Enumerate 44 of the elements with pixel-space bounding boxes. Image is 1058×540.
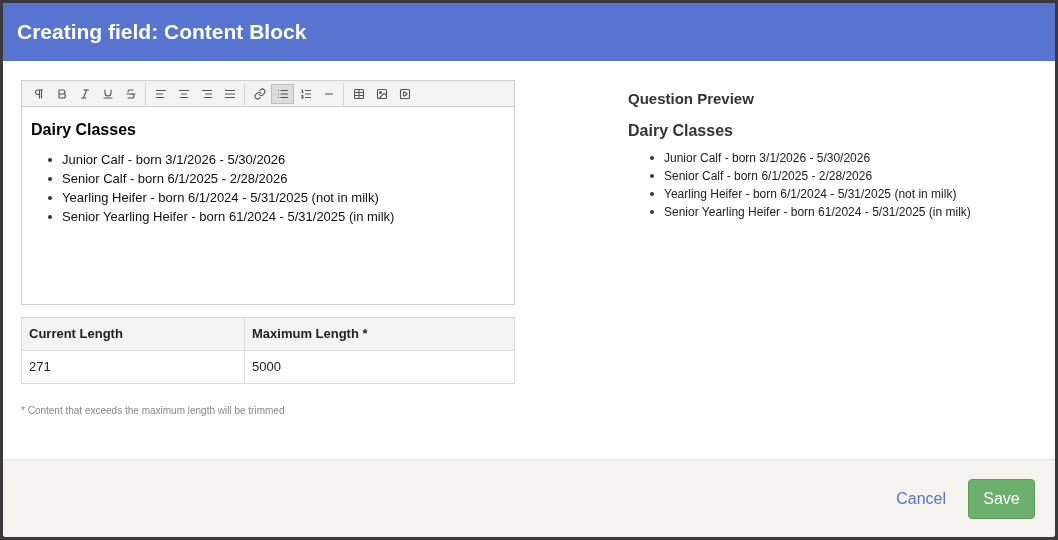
list-item: Senior Yearling Heifer - born 61/2024 - 5/31/2025 (in milk) [62, 207, 395, 226]
list-item: Senior Yearling Heifer - born 61/2024 - 5/31/2025 (in milk) [664, 203, 971, 221]
align-left-icon [154, 87, 167, 100]
bullet-icon [650, 155, 654, 160]
list-item: Yearling Heifer - born 6/1/2024 - 5/31/2025 (not in milk) [664, 185, 957, 203]
bullet-icon [48, 176, 52, 181]
list-item: Senior Calf - born 6/1/2025 - 2/28/2026 [664, 167, 873, 185]
bullet-icon [48, 214, 52, 219]
save-button[interactable]: Save [968, 478, 1035, 519]
cancel-button[interactable]: Cancel [896, 486, 946, 511]
italic-icon [78, 87, 91, 100]
align-center-icon [177, 87, 190, 100]
align-justify-icon [223, 87, 236, 100]
bullet-icon [650, 209, 654, 214]
paragraph-icon [32, 87, 45, 100]
rich-text-editor[interactable] [21, 80, 515, 305]
video-icon [398, 87, 411, 100]
bullet-icon [48, 157, 52, 162]
bold-icon [55, 87, 68, 100]
length-note: * Content that exceeds the maximum length will be trimmed [21, 404, 286, 418]
column-header: Maximum Length * [244, 317, 515, 351]
preview-title: Question Preview [628, 89, 755, 109]
table-cell: 271 [21, 350, 245, 384]
image-icon [375, 87, 388, 100]
underline-icon [101, 87, 114, 100]
column-header: Current Length [21, 317, 245, 351]
bullet-icon [650, 191, 654, 196]
table-icon [352, 87, 365, 100]
content-heading: Dairy Classes [31, 120, 137, 140]
bullet-icon [650, 173, 654, 178]
align-right-icon [200, 87, 213, 100]
list-item: Senior Calf - born 6/1/2025 - 2/28/2026 [62, 169, 288, 188]
bullet-list-icon [276, 87, 289, 100]
dialog-title: Creating field: Content Block [17, 19, 307, 46]
table-cell: 5000 [244, 350, 515, 384]
list-item: Yearling Heifer - born 6/1/2024 - 5/31/2025 (not in milk) [62, 188, 379, 207]
list-item: Junior Calf - born 3/1/2026 - 5/30/2026 [664, 149, 871, 167]
list-item: Junior Calf - born 3/1/2026 - 5/30/2026 [62, 150, 286, 169]
bullet-list-button[interactable] [271, 83, 294, 104]
strikethrough-icon [124, 87, 137, 100]
bullet-icon [48, 195, 52, 200]
preview-heading: Dairy Classes [628, 120, 734, 141]
link-icon [253, 87, 266, 100]
numbered-list-icon [299, 87, 312, 100]
